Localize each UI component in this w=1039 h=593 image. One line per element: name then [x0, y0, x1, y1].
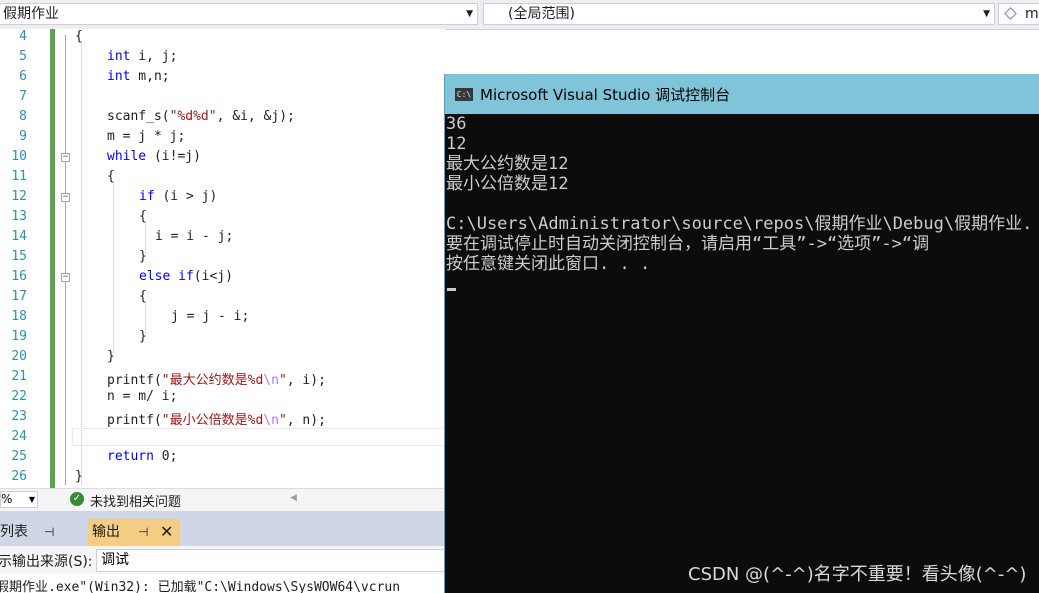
line-number: 7: [19, 89, 27, 104]
line-number: 22: [11, 389, 27, 404]
check-circle-icon: ✓: [70, 492, 84, 506]
line-number: 21: [11, 369, 27, 384]
code-line: if (i > j): [139, 189, 218, 204]
editor-navigation-bar: 假期作业 ▼ (全局范围) ▼ m: [0, 0, 1039, 30]
line-number: 26: [11, 469, 27, 484]
output-source-label: 示输出来源(S):: [0, 554, 93, 570]
output-source-dropdown[interactable]: 调试: [96, 549, 445, 572]
code-line: }: [75, 469, 83, 484]
member-dropdown-value: m: [1025, 6, 1039, 22]
console-line: 最大公约数是12: [446, 154, 569, 174]
console-line: 12: [446, 134, 467, 154]
code-line: m = j * j;: [107, 129, 186, 144]
line-number: 19: [11, 329, 27, 344]
tab-output-label: 输出: [92, 524, 120, 540]
output-line: 假期作业.exe"(Win32): 已加载"C:\Windows\SysWOW6…: [0, 580, 401, 593]
close-icon[interactable]: ✕: [160, 519, 173, 545]
console-cursor: [447, 288, 456, 291]
line-number: 9: [19, 129, 27, 144]
line-number: 14: [11, 229, 27, 244]
chevron-down-icon: ▼: [466, 9, 473, 19]
code-line: printf("最小公倍数是%d\n", n);: [107, 413, 326, 428]
line-number: 20: [11, 349, 27, 364]
current-line-highlight: [72, 428, 445, 446]
collapse-if-icon[interactable]: −: [61, 193, 70, 202]
console-line: 36: [446, 114, 467, 134]
collapse-else-icon[interactable]: −: [61, 273, 70, 282]
line-number: 4: [19, 29, 27, 44]
line-number: 24: [11, 429, 27, 444]
member-dropdown[interactable]: m: [998, 3, 1039, 25]
pin-icon[interactable]: ⊣: [138, 519, 148, 545]
line-number: 5: [19, 49, 27, 64]
debug-console-window[interactable]: C:\ Microsoft Visual Studio 调试控制台 36 12 …: [444, 74, 1039, 593]
line-number: 11: [11, 169, 27, 184]
scope-dropdown[interactable]: (全局范围) ▼: [483, 3, 995, 25]
pin-icon[interactable]: ⊣: [44, 519, 54, 545]
indent-guide: [81, 43, 82, 485]
output-pane[interactable]: 假期作业.exe"(Win32): 已加载"C:\Windows\SysWOW6…: [0, 574, 445, 593]
output-source-value: 调试: [101, 552, 129, 568]
scope-dropdown-value: (全局范围): [508, 6, 575, 22]
code-line: int i, j;: [107, 49, 178, 64]
console-title-bar[interactable]: C:\ Microsoft Visual Studio 调试控制台: [445, 74, 1039, 114]
zoom-value: %: [1, 492, 13, 506]
line-number: 13: [11, 209, 27, 224]
issues-status[interactable]: 未找到相关问题: [90, 491, 181, 510]
console-line: C:\Users\Administrator\source\repos\假期作业…: [446, 214, 1033, 234]
code-line: i = i - j;: [155, 229, 234, 244]
line-number: 6: [19, 69, 27, 84]
watermark: CSDN @(^-^)名字不重要！看头像(^-^): [688, 564, 1027, 585]
console-line: 最小公倍数是12: [446, 174, 569, 194]
console-line: 按任意键关闭此窗口. . .: [446, 254, 651, 274]
code-line: j = j - i;: [171, 309, 250, 324]
code-line: }: [139, 249, 147, 264]
code-line: printf("最大公约数是%d\n", i);: [107, 373, 326, 388]
line-number: 10: [11, 149, 27, 164]
code-line: {: [139, 289, 147, 304]
console-app-icon: C:\: [455, 88, 473, 101]
project-dropdown-value: 假期作业: [3, 6, 59, 22]
outline-line: [65, 35, 66, 485]
code-line: else if(i<j): [139, 269, 233, 284]
line-number: 12: [11, 189, 27, 204]
tab-output[interactable]: 输出 ⊣ ✕: [88, 519, 180, 546]
code-editor[interactable]: 4 5 6 7 8 9 10 11 12 13 14 15 16 17 18 19 20 21 22 23 24 25 26…: [0, 29, 445, 488]
code-line: }: [139, 329, 147, 344]
chevron-down-icon: ▼: [28, 495, 35, 504]
tab-error-list[interactable]: 列表 ⊣: [0, 519, 76, 546]
code-line: int m,n;: [107, 69, 170, 84]
line-number: 18: [11, 309, 27, 324]
editor-status-strip: % ▼ ✓ 未找到相关问题 ◀: [0, 488, 445, 511]
line-number: 23: [11, 409, 27, 424]
code-line: return 0;: [107, 449, 178, 464]
code-line: {: [139, 209, 147, 224]
member-cube-icon: [1004, 7, 1017, 20]
code-line: n = m/ i;: [107, 389, 178, 404]
output-header: 示输出来源(S): 调试: [0, 546, 445, 574]
line-number: 8: [19, 109, 27, 124]
line-number: 16: [11, 269, 27, 284]
console-title: Microsoft Visual Studio 调试控制台: [480, 86, 731, 104]
code-line: while (i!=j): [107, 149, 201, 164]
change-tracking-bar: [50, 29, 55, 488]
chevron-down-icon: ▼: [983, 9, 990, 19]
indent-guide: [113, 183, 114, 353]
zoom-dropdown[interactable]: % ▼: [0, 491, 38, 508]
line-number: 15: [11, 249, 27, 264]
tab-error-list-label: 列表: [0, 524, 28, 540]
collapse-while-icon[interactable]: −: [61, 153, 70, 162]
project-dropdown[interactable]: 假期作业 ▼: [0, 3, 478, 25]
console-line: 要在调试停止时自动关闭控制台，请启用“工具”->“选项”->“调: [446, 234, 930, 254]
code-line: {: [75, 29, 83, 44]
code-line: {: [107, 169, 115, 184]
line-number: 17: [11, 289, 27, 304]
tool-window-tabs: 列表 ⊣ 输出 ⊣ ✕: [0, 511, 445, 546]
line-number: 25: [11, 449, 27, 464]
code-line: }: [107, 349, 115, 364]
code-line: scanf_s("%d%d", &i, &j);: [107, 109, 295, 124]
scroll-left-arrow-icon[interactable]: ◀: [290, 493, 297, 503]
